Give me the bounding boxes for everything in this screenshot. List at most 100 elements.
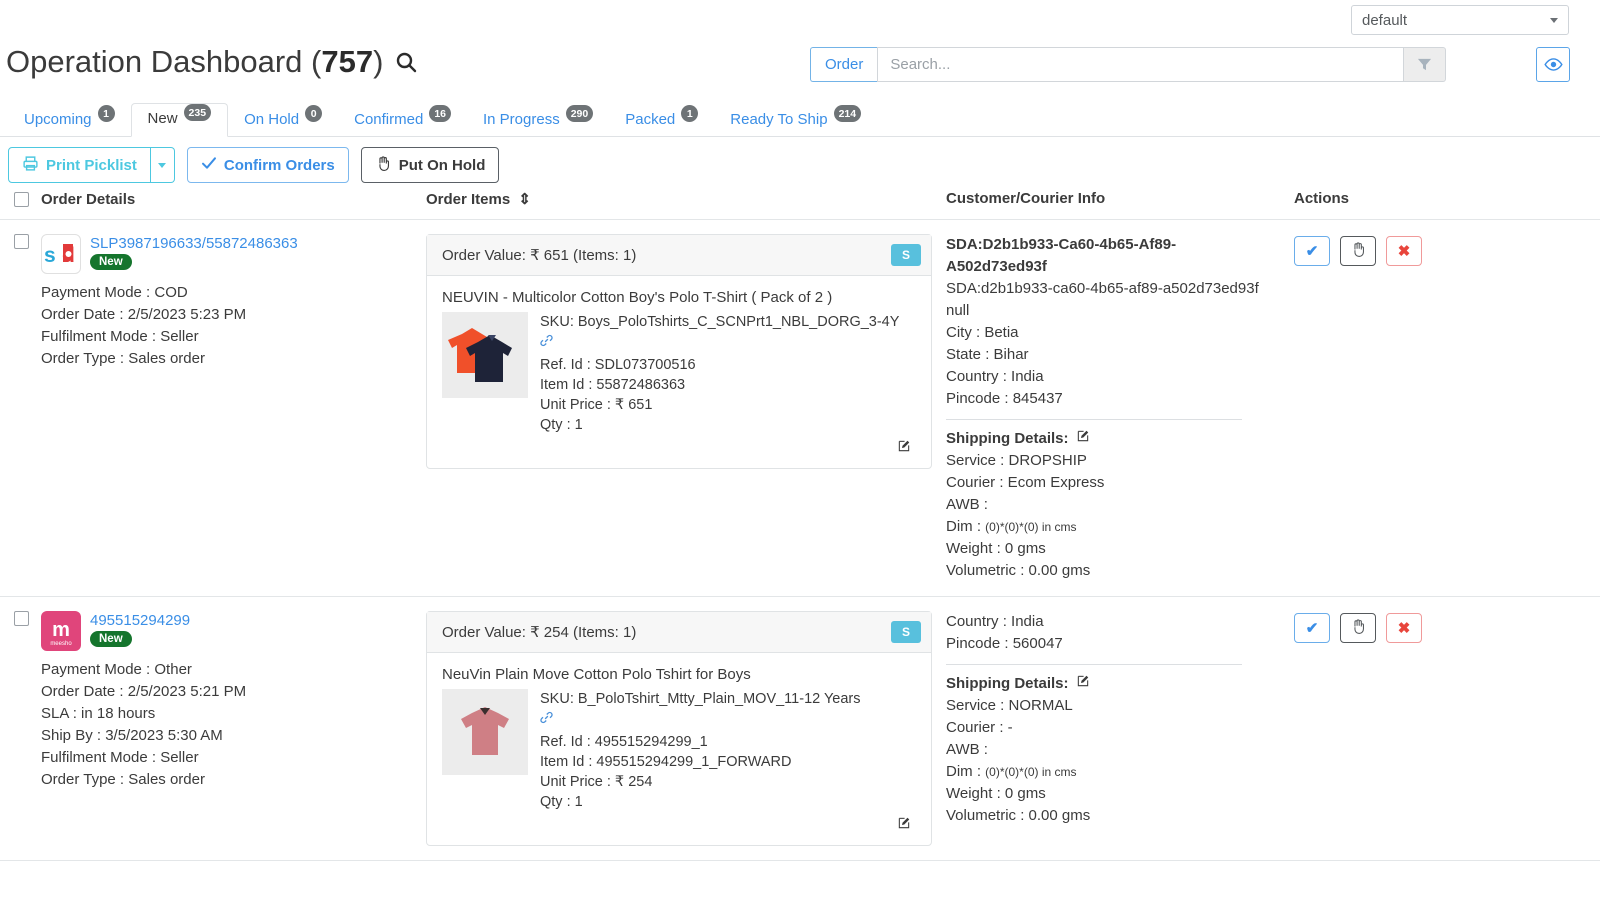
tab-ready-to-ship[interactable]: Ready To Ship214 xyxy=(714,105,877,137)
chevron-down-icon xyxy=(1550,18,1558,23)
confirm-orders-button[interactable]: Confirm Orders xyxy=(187,147,349,183)
eye-icon[interactable] xyxy=(1536,47,1570,82)
customer-info-line: City : Betia xyxy=(946,322,1274,344)
customer-info-line: Pincode : 845437 xyxy=(946,388,1274,410)
search-icon[interactable] xyxy=(394,46,418,82)
cancel-order-button[interactable]: ✖ xyxy=(1386,236,1422,266)
shipping-info-line: Courier : - xyxy=(946,717,1274,739)
status-badge: New xyxy=(90,631,132,647)
shipment-badge[interactable]: S xyxy=(891,244,921,266)
shipping-info-line: Weight : 0 gms xyxy=(946,783,1274,805)
item-meta-line: Item Id : 495515294299_1_FORWARD xyxy=(540,752,917,772)
shipping-line-label: Dim : xyxy=(946,763,985,780)
item-meta-line: Unit Price : ₹ 254 xyxy=(540,772,917,792)
shipping-info-line: AWB : xyxy=(946,494,1274,516)
order-detail-line: Order Type : Sales order xyxy=(41,348,418,370)
close-icon: ✖ xyxy=(1398,621,1411,636)
page-title-text: Operation Dashboard xyxy=(6,44,302,80)
printer-icon xyxy=(22,155,39,176)
order-detail-line: Order Type : Sales order xyxy=(41,769,418,791)
divider xyxy=(946,419,1242,420)
edit-item-icon[interactable] xyxy=(897,816,911,835)
shipping-details-title: Shipping Details: xyxy=(946,428,1069,450)
sort-icon[interactable]: ⇕ xyxy=(518,191,531,208)
order-detail-line: SLA : in 18 hours xyxy=(41,703,418,725)
item-meta-line: Qty : 1 xyxy=(540,415,917,435)
shipping-info-line: Service : NORMAL xyxy=(946,695,1274,717)
view-selector[interactable]: default xyxy=(1351,5,1569,35)
shipping-info-line: Dim : (0)*(0)*(0) in cms xyxy=(946,761,1274,783)
column-header-order-details: Order Details xyxy=(41,191,135,208)
shipping-line-value: (0)*(0)*(0) in cms xyxy=(985,765,1076,779)
tab-confirmed[interactable]: Confirmed16 xyxy=(338,105,467,137)
item-meta-line: Ref. Id : SDL073700516 xyxy=(540,355,917,375)
svg-text:meesho: meesho xyxy=(50,641,72,647)
tab-label: On Hold xyxy=(244,111,299,128)
row-select-checkbox[interactable] xyxy=(14,611,29,626)
shipping-info-line: Volumetric : 0.00 gms xyxy=(946,805,1274,827)
order-detail-line: Payment Mode : Other xyxy=(41,659,418,681)
put-on-hold-button[interactable]: Put On Hold xyxy=(361,147,500,183)
svg-text:s: s xyxy=(44,244,56,267)
tab-new[interactable]: New 235 xyxy=(131,103,229,137)
page-title-paren-open: ( xyxy=(311,44,321,80)
put-on-hold-button[interactable] xyxy=(1340,613,1376,643)
shipment-badge[interactable]: S xyxy=(891,621,921,643)
divider xyxy=(946,664,1242,665)
order-detail-line: Fulfilment Mode : Seller xyxy=(41,326,418,348)
order-value-label: Order Value: ₹ 254 (Items: 1) xyxy=(442,623,636,641)
order-search-bar: Order xyxy=(810,47,1446,82)
confirm-order-button[interactable]: ✔ xyxy=(1294,236,1330,266)
item-name: NeuVin Plain Move Cotton Polo Tshirt for… xyxy=(442,666,917,683)
column-header-customer-courier: Customer/Courier Info xyxy=(938,190,1274,208)
order-count: 757 xyxy=(321,44,373,80)
row-select-checkbox[interactable] xyxy=(14,234,29,249)
shipping-line-value: (0)*(0)*(0) in cms xyxy=(985,520,1076,534)
edit-item-icon[interactable] xyxy=(897,439,911,458)
check-icon: ✔ xyxy=(1306,621,1319,636)
shipping-info-line: Weight : 0 gms xyxy=(946,538,1274,560)
tab-upcoming[interactable]: Upcoming1 xyxy=(8,105,131,137)
order-detail-line: Ship By : 3/5/2023 5:30 AM xyxy=(41,725,418,747)
item-meta-line: SKU: Boys_PoloTshirts_C_SCNPrt1_NBL_DORG… xyxy=(540,312,917,332)
put-on-hold-button[interactable] xyxy=(1340,236,1376,266)
shipping-details-title: Shipping Details: xyxy=(946,673,1069,695)
customer-info-line: Country : India xyxy=(946,611,1274,633)
tab-packed[interactable]: Packed1 xyxy=(609,105,714,137)
cancel-order-button[interactable]: ✖ xyxy=(1386,613,1422,643)
link-icon[interactable] xyxy=(540,333,917,353)
order-detail-line: Fulfilment Mode : Seller xyxy=(41,747,418,769)
item-meta-line: Ref. Id : 495515294299_1 xyxy=(540,732,917,752)
tab-in-progress[interactable]: In Progress290 xyxy=(467,105,609,137)
item-meta: SKU: B_PoloTshirt_Mtty_Plain_MOV_11-12 Y… xyxy=(540,689,917,812)
tab-label: New xyxy=(148,110,178,127)
table-row: sdSLP3987196633/55872486363NewPayment Mo… xyxy=(0,220,1600,597)
table-header-row: Order Details Order Items ⇕ Customer/Cou… xyxy=(0,190,1600,220)
item-meta-line: Item Id : 55872486363 xyxy=(540,375,917,395)
order-details-list: Payment Mode : OtherOrder Date : 2/5/202… xyxy=(41,659,418,791)
orders-table: Order Details Order Items ⇕ Customer/Cou… xyxy=(0,190,1600,861)
column-header-actions: Actions xyxy=(1274,190,1600,208)
search-input[interactable] xyxy=(877,47,1404,82)
filter-icon[interactable] xyxy=(1404,47,1446,82)
tab-badge: 214 xyxy=(834,105,862,122)
order-id-link[interactable]: 495515294299 xyxy=(90,612,190,629)
item-name: NEUVIN - Multicolor Cotton Boy's Polo T-… xyxy=(442,289,917,306)
print-picklist-dropdown-button[interactable] xyxy=(151,147,175,183)
item-meta-line: SKU: B_PoloTshirt_Mtty_Plain_MOV_11-12 Y… xyxy=(540,689,917,709)
put-on-hold-label: Put On Hold xyxy=(399,157,486,174)
print-picklist-button[interactable]: Print Picklist xyxy=(8,147,151,183)
column-header-order-items[interactable]: Order Items ⇕ xyxy=(418,190,938,208)
confirm-order-button[interactable]: ✔ xyxy=(1294,613,1330,643)
hand-icon xyxy=(1350,618,1367,638)
select-all-checkbox[interactable] xyxy=(14,192,29,207)
edit-shipping-icon[interactable] xyxy=(1076,673,1090,695)
order-id-link[interactable]: SLP3987196633/55872486363 xyxy=(90,235,298,252)
tab-on-hold[interactable]: On Hold 0 xyxy=(228,105,338,137)
edit-shipping-icon[interactable] xyxy=(1076,428,1090,450)
tab-badge: 235 xyxy=(184,104,212,121)
row-actions: ✔✖ xyxy=(1294,611,1600,643)
search-scope-button[interactable]: Order xyxy=(810,47,877,82)
link-icon[interactable] xyxy=(540,710,917,730)
tab-badge: 0 xyxy=(305,105,322,122)
